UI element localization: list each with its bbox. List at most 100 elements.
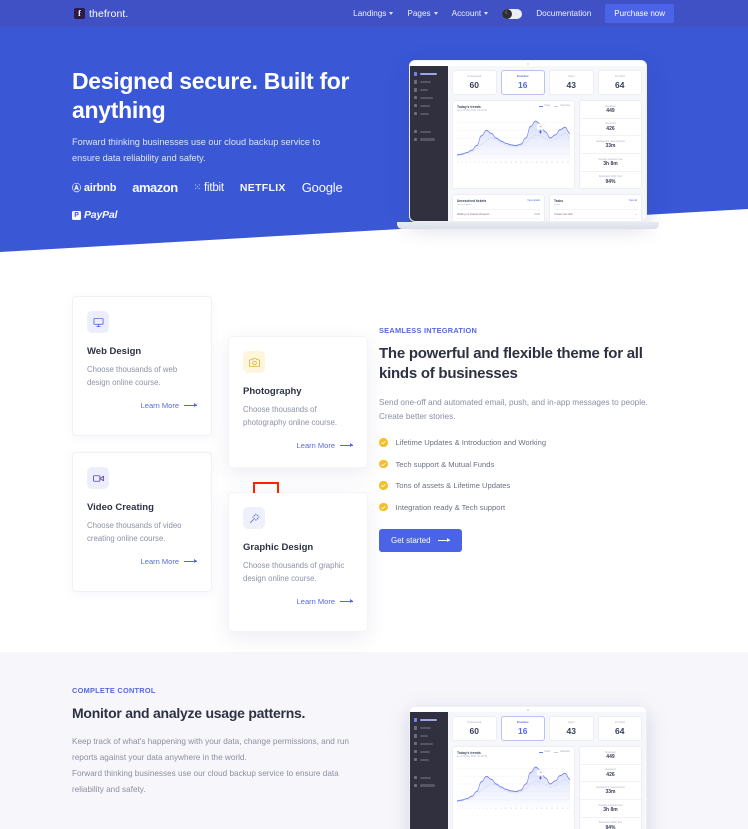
sidebar-nav-item[interactable] [410, 740, 448, 748]
sidebar-nav-item[interactable] [410, 756, 448, 764]
feature-card-graphic-design[interactable]: Graphic Design Choose thousands of graph… [228, 492, 368, 632]
feature-title: Video Creating [87, 502, 154, 513]
x-tick: 14 [514, 808, 518, 810]
x-tick: 2 [462, 808, 464, 810]
kpi-card: Resolved 449 Received 426 Average first … [578, 100, 642, 190]
moon-icon: ☾ [504, 10, 510, 16]
learn-more-link-photography[interactable]: Learn More [243, 441, 353, 450]
stat-card[interactable]: Open 43 [549, 716, 594, 741]
panel-subtitle: Today [554, 204, 560, 207]
stat-card[interactable]: Unresolved 60 [452, 70, 497, 95]
sidebar-item-icon [414, 750, 418, 754]
control-dashboard-mockup: Unresolved 60 Bookdue 16 Open 43 On hold 64… [409, 706, 647, 829]
panel-row[interactable]: Create new task + [554, 209, 637, 218]
sidebar-nav-item[interactable] [410, 732, 448, 740]
sidebar-nav-item[interactable] [410, 102, 448, 110]
chevron-down-icon [433, 12, 438, 15]
arrow-right-icon [184, 403, 197, 408]
x-tick: 21 [550, 162, 554, 164]
sidebar-nav-item[interactable] [410, 782, 448, 790]
panel-row[interactable]: Waiting on Feature Request 4238 [457, 209, 540, 218]
learn-more-link-web-design[interactable]: Learn More [87, 401, 197, 410]
dashboard-main: Unresolved 60 Bookdue 16 Open 43 On hold 64… [448, 66, 646, 221]
magic-wand-icon [243, 507, 265, 529]
x-tick: 11 [499, 162, 502, 164]
stat-value: 60 [469, 725, 479, 736]
x-tick: 22 [556, 162, 559, 164]
feature-desc: Choose thousands of graphic design onlin… [243, 561, 345, 583]
chevron-down-icon [484, 12, 489, 15]
dashboard-sidebar [410, 66, 448, 221]
nav-item-account[interactable]: Account [452, 9, 489, 18]
hero-dashboard-mockup: Unresolved 60 Bookdue 16 Open 43 On hold 64… [397, 60, 659, 229]
feature-card-video-creating[interactable]: Video Creating Choose thousands of video… [72, 452, 212, 592]
legend-item-today: Today [538, 105, 550, 107]
fitbit-icon: ⁙ [193, 182, 202, 192]
stat-card[interactable]: Bookdue 16 [500, 716, 545, 741]
sidebar-item-icon [414, 758, 418, 762]
sidebar-nav-item[interactable] [410, 774, 448, 782]
get-started-button[interactable]: Get started [379, 529, 462, 553]
kpi-value: 33m [605, 143, 616, 150]
learn-more-link-video-creating[interactable]: Learn More [87, 557, 197, 566]
x-tick: 24 [566, 162, 569, 164]
sidebar-item-label [419, 104, 430, 108]
nav-item-landings[interactable]: Landings [353, 9, 394, 18]
learn-more-link-graphic-design[interactable]: Learn More [243, 597, 353, 606]
chart-plot: 34 1 2 3 4 5 6 7 8 9 10 11 12 13 14 15 16 17 18 19 20 21 22 23… [457, 115, 570, 164]
learn-more-label: Learn More [296, 597, 335, 607]
chart-header: Today's trends as of 25 May 2019, 09:41 … [457, 751, 570, 758]
brand-logo[interactable]: f thefront. [74, 8, 128, 20]
element-highlight-marker [253, 482, 279, 493]
stat-card[interactable]: On hold 64 [597, 716, 642, 741]
video-camera-icon [87, 467, 109, 489]
kpi-value: 3h 8m [603, 161, 618, 168]
sidebar-nav-item[interactable] [410, 748, 448, 756]
dashboard-bottom-row: Unresolved tickets Group: Support View d… [452, 194, 642, 221]
chart-x-axis: 1 2 3 4 5 6 7 8 9 10 11 12 13 14 15 16 17 18 19 20 21 22 23 24 [457, 808, 570, 810]
sidebar-nav-item[interactable] [410, 94, 448, 102]
panel-title: Tasks [554, 199, 564, 204]
check-label: Integration ready & Tech support [395, 502, 506, 512]
sidebar-nav-item[interactable] [410, 136, 448, 144]
stat-card[interactable]: Unresolved 60 [452, 716, 497, 741]
feature-card-photography[interactable]: Photography Choose thousands of photogra… [228, 336, 368, 468]
x-tick: 18 [535, 808, 538, 810]
panel-header: Unresolved tickets Group: Support View d… [457, 199, 540, 206]
sidebar-nav-item[interactable] [410, 70, 448, 78]
check-circle-icon [379, 502, 388, 512]
dark-mode-toggle[interactable]: ☾ [502, 8, 523, 19]
sidebar-nav-item[interactable] [410, 724, 448, 732]
sidebar-nav-item[interactable] [410, 86, 448, 94]
landing-page: f thefront. Landings Pages Account ☾ Doc… [0, 0, 748, 829]
nav-item-documentation[interactable]: Documentation [536, 9, 591, 18]
stat-value: 60 [469, 79, 479, 90]
panel-link[interactable]: View all [629, 199, 637, 202]
dashboard-stat-row: Unresolved 60 Bookdue 16 Open 43 On hold 64 [452, 70, 642, 95]
stat-card[interactable]: On hold 64 [597, 70, 642, 95]
site-header: f thefront. Landings Pages Account ☾ Doc… [0, 0, 748, 27]
x-tick: 16 [525, 162, 528, 164]
stat-card[interactable]: Open 43 [549, 70, 594, 95]
purchase-now-button[interactable]: Purchase now [605, 4, 674, 23]
x-tick: 10 [494, 162, 497, 164]
panel-link[interactable]: View details [527, 199, 540, 202]
monitor-icon [87, 311, 109, 333]
feature-card-web-design[interactable]: Web Design Choose thousands of web desig… [72, 296, 212, 436]
chart-plot: 34 1 2 3 4 5 6 7 8 9 10 11 12 13 14 15 16 17 18 19 20 21 22 23… [457, 761, 570, 810]
sidebar-nav-item[interactable] [410, 110, 448, 118]
feature-desc: Choose thousands of photography online c… [243, 405, 338, 427]
stat-label: Bookdue [516, 721, 529, 724]
panel-header: Tasks Today View all [554, 199, 637, 206]
legend-swatch-icon [554, 751, 559, 753]
kpi-value: 94% [605, 178, 616, 185]
sidebar-nav-item[interactable] [410, 716, 448, 724]
dashboard-screen: Unresolved 60 Bookdue 16 Open 43 On hold 64… [409, 60, 647, 222]
panel-row-label: Waiting on Feature Request [457, 212, 490, 216]
kpi-item: Average first response time 33m [579, 136, 641, 155]
stat-card[interactable]: Bookdue 16 [500, 70, 545, 95]
sidebar-nav-item[interactable] [410, 78, 448, 86]
nav-item-pages[interactable]: Pages [407, 9, 438, 18]
sidebar-nav-item[interactable] [410, 128, 448, 136]
kpi-card: Resolved 449 Received 426 Average first … [578, 746, 642, 829]
